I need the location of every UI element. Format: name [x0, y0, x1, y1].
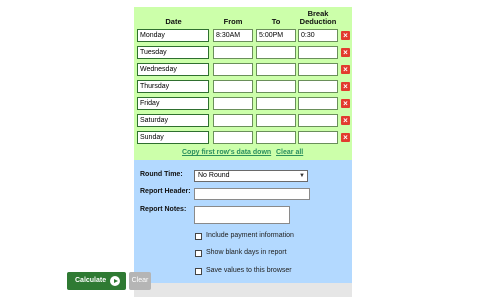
to-time-input[interactable]: [256, 63, 296, 76]
day-row: Sunday ×: [134, 131, 352, 144]
calculate-button-label: Calculate: [75, 277, 107, 284]
to-time-input[interactable]: [256, 131, 296, 144]
round-time-select[interactable]: No Round ▼: [194, 170, 308, 182]
delete-row-icon[interactable]: ×: [341, 65, 350, 74]
day-name-field[interactable]: Wednesday: [137, 63, 209, 76]
day-row: Saturday ×: [134, 114, 352, 127]
day-row: Thursday ×: [134, 80, 352, 93]
report-header-label: Report Header:: [140, 188, 191, 195]
play-arrow-icon: [110, 276, 120, 286]
include-payment-checkbox[interactable]: [195, 233, 202, 240]
delete-row-icon[interactable]: ×: [341, 48, 350, 57]
break-input[interactable]: [298, 80, 338, 93]
timesheet-calculator: Date From To Break Deduction Monday 8:30…: [134, 7, 352, 297]
day-name-field[interactable]: Friday: [137, 97, 209, 110]
from-time-input[interactable]: [213, 46, 253, 59]
day-row: Monday 8:30AM 5:00PM 0:30 ×: [134, 29, 352, 42]
chevron-down-icon: ▼: [299, 173, 305, 179]
break-input[interactable]: [298, 46, 338, 59]
break-input[interactable]: [298, 114, 338, 127]
delete-row-icon[interactable]: ×: [341, 99, 350, 108]
day-name-field[interactable]: Sunday: [137, 131, 209, 144]
to-time-input[interactable]: [256, 46, 296, 59]
break-input[interactable]: [298, 97, 338, 110]
delete-row-icon[interactable]: ×: [341, 82, 350, 91]
day-row: Friday ×: [134, 97, 352, 110]
break-input[interactable]: [298, 131, 338, 144]
report-header-input[interactable]: [194, 188, 310, 200]
break-input[interactable]: 0:30: [298, 29, 338, 42]
round-time-label: Round Time:: [140, 171, 183, 178]
break-input[interactable]: [298, 63, 338, 76]
from-time-input[interactable]: [213, 131, 253, 144]
show-blank-days-label: Show blank days in report: [206, 249, 287, 256]
include-payment-label: Include payment information: [206, 232, 294, 239]
to-column-header: To: [271, 17, 281, 26]
delete-row-icon[interactable]: ×: [341, 31, 350, 40]
delete-row-icon[interactable]: ×: [341, 133, 350, 142]
from-time-input[interactable]: [213, 97, 253, 110]
save-values-checkbox[interactable]: [195, 268, 202, 275]
day-name-field[interactable]: Saturday: [137, 114, 209, 127]
to-time-input[interactable]: [256, 97, 296, 110]
copy-first-row-link[interactable]: Copy first row's data down: [182, 149, 271, 156]
delete-row-icon[interactable]: ×: [341, 116, 350, 125]
day-name-field[interactable]: Thursday: [137, 80, 209, 93]
to-time-input[interactable]: [256, 114, 296, 127]
clear-all-link[interactable]: Clear all: [276, 149, 303, 156]
break-column-header-line2: Deduction: [299, 17, 337, 26]
hours-entry-section: Date From To Break Deduction Monday 8:30…: [134, 7, 352, 160]
round-time-value: No Round: [198, 172, 230, 179]
from-time-input[interactable]: [213, 114, 253, 127]
show-blank-days-checkbox[interactable]: [195, 250, 202, 257]
to-time-input[interactable]: [256, 80, 296, 93]
report-notes-label: Report Notes:: [140, 206, 187, 213]
from-time-input[interactable]: [213, 63, 253, 76]
day-row: Wednesday ×: [134, 63, 352, 76]
from-time-input[interactable]: [213, 80, 253, 93]
day-name-field[interactable]: Monday: [137, 29, 209, 42]
date-column-header: Date: [165, 17, 182, 26]
report-notes-textarea[interactable]: [194, 206, 290, 224]
clear-button[interactable]: Clear: [129, 272, 151, 290]
to-time-input[interactable]: 5:00PM: [256, 29, 296, 42]
day-row: Tuesday ×: [134, 46, 352, 59]
button-bar: [134, 283, 352, 297]
day-name-field[interactable]: Tuesday: [137, 46, 209, 59]
save-values-label: Save values to this browser: [206, 267, 292, 274]
from-column-header: From: [223, 17, 243, 26]
report-options-section: Round Time: No Round ▼ Report Header: Re…: [134, 160, 352, 283]
calculate-button[interactable]: Calculate: [67, 272, 126, 290]
from-time-input[interactable]: 8:30AM: [213, 29, 253, 42]
